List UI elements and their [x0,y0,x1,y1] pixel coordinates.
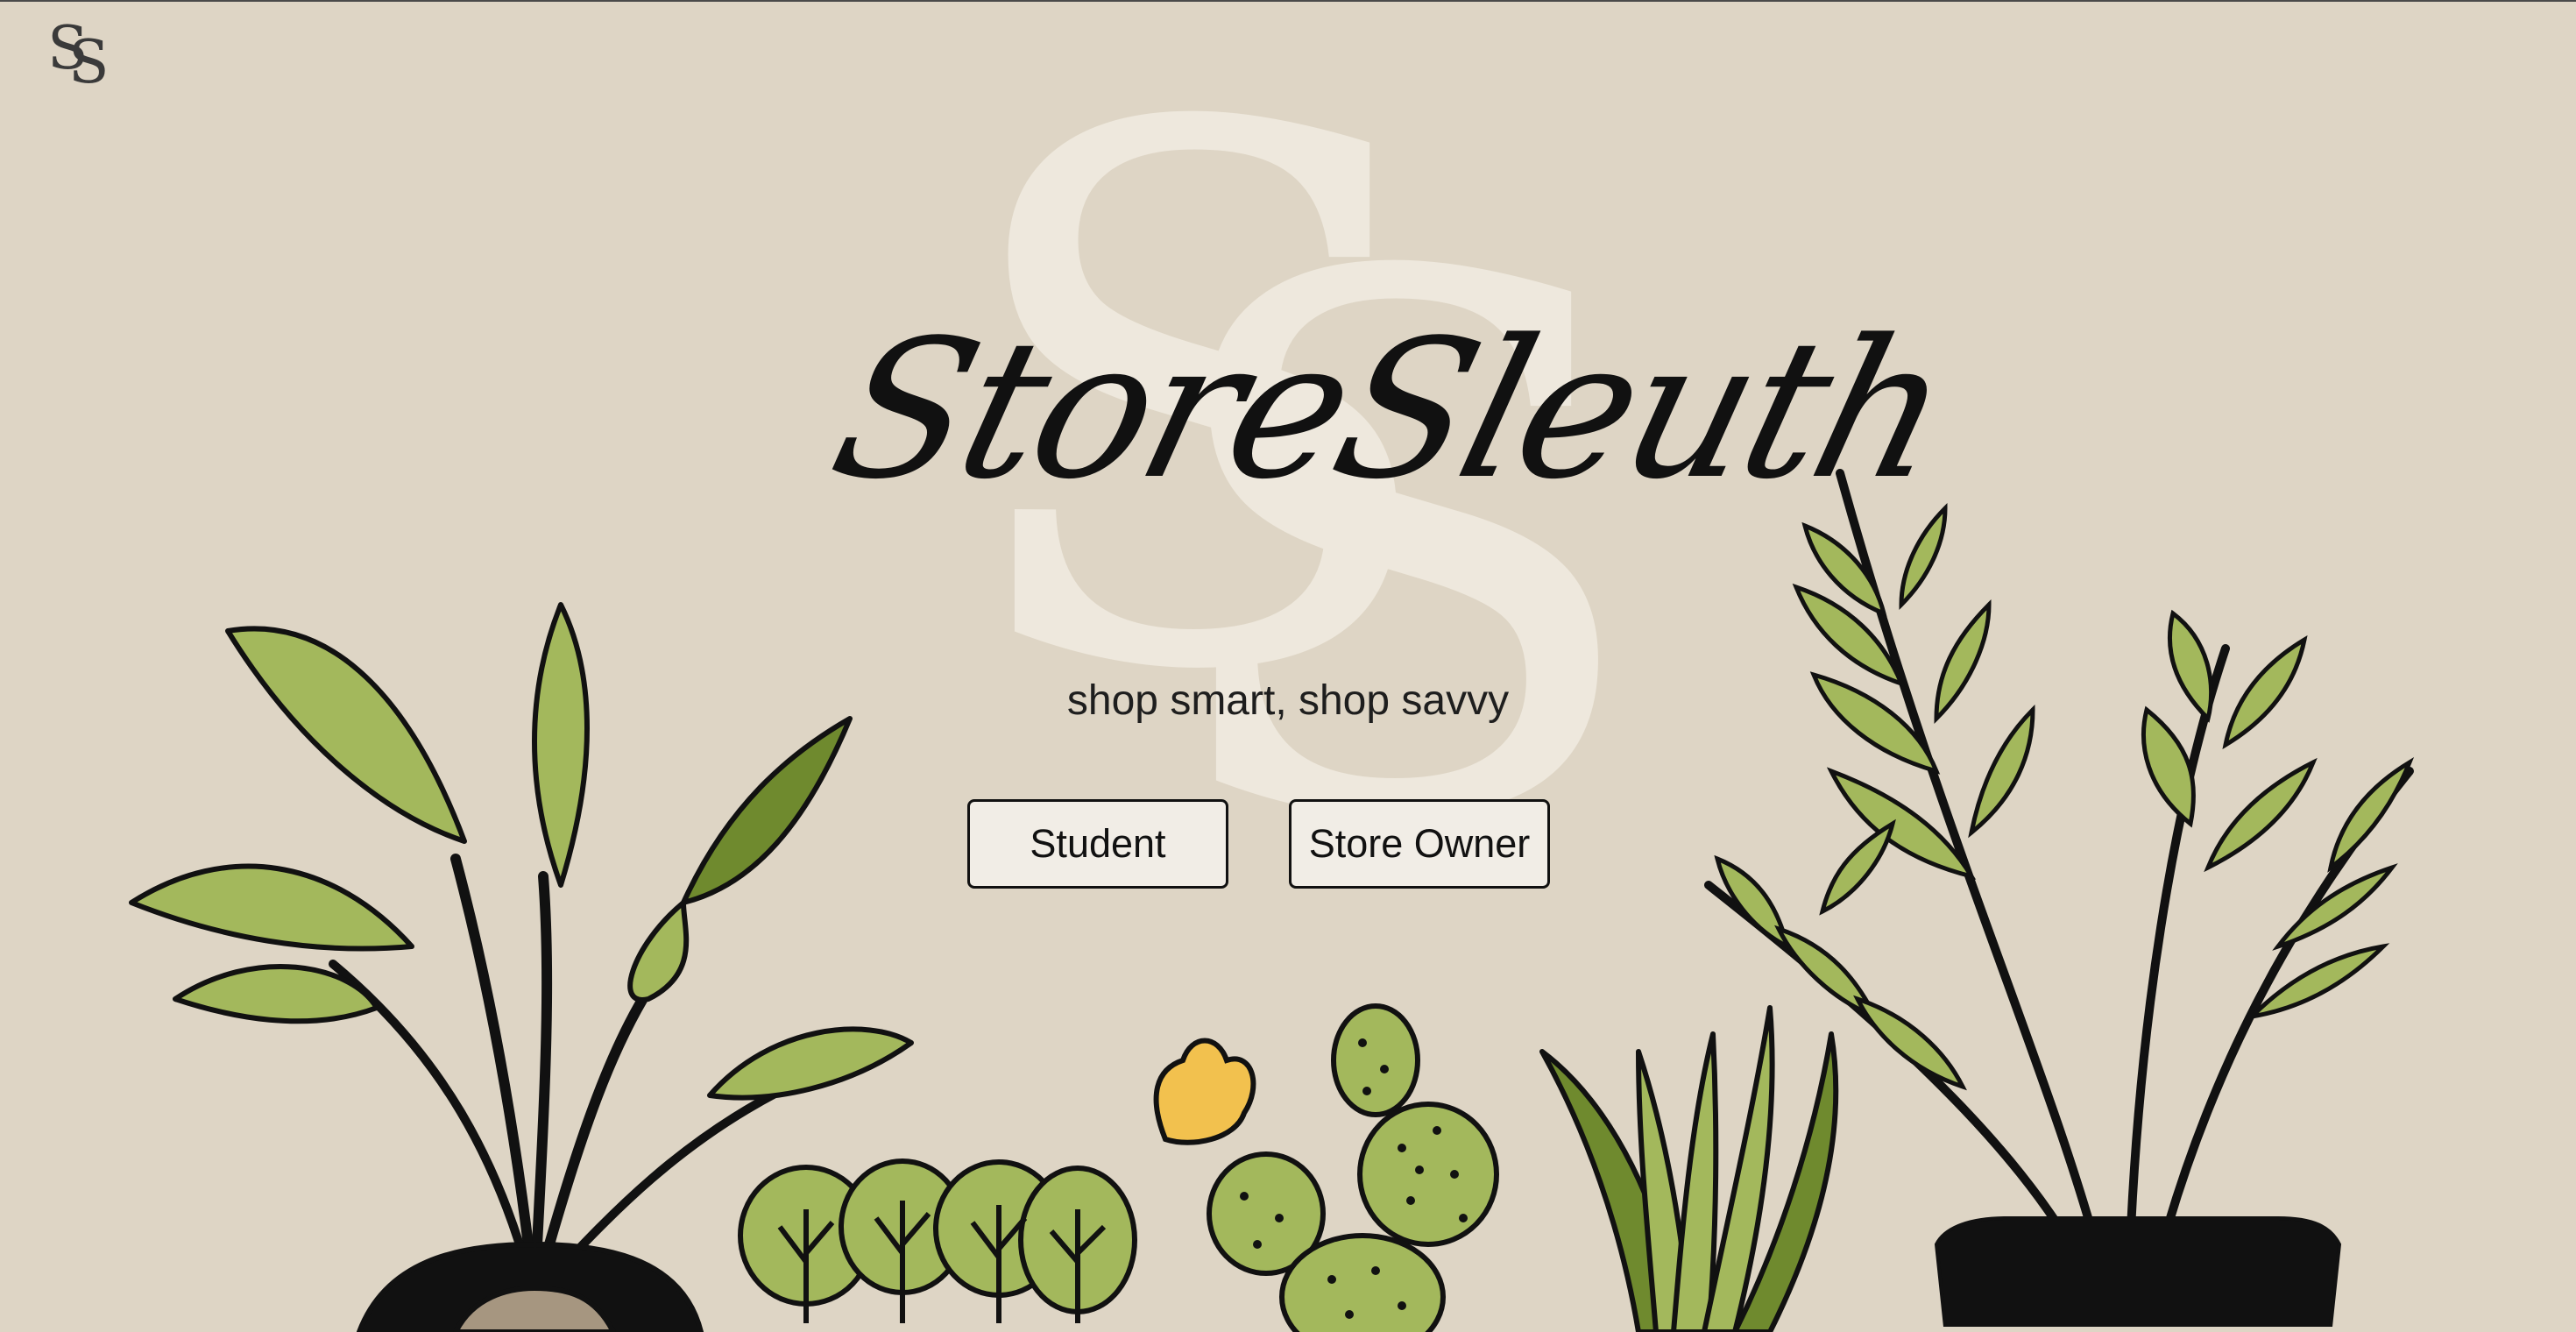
leafy-herb-plant-icon [738,1158,1137,1323]
logo[interactable]: S S [46,19,116,98]
flowering-cactus-icon [1153,1003,1499,1332]
tagline: shop smart, shop savvy [1066,677,1510,724]
logo-letter: S [68,28,110,97]
palm-fern-plant-icon [1704,469,2415,1327]
brand-title: StoreSleuth [813,300,1966,521]
store-owner-button[interactable]: Store Owner [1289,799,1550,889]
student-button[interactable]: Student [967,799,1228,889]
